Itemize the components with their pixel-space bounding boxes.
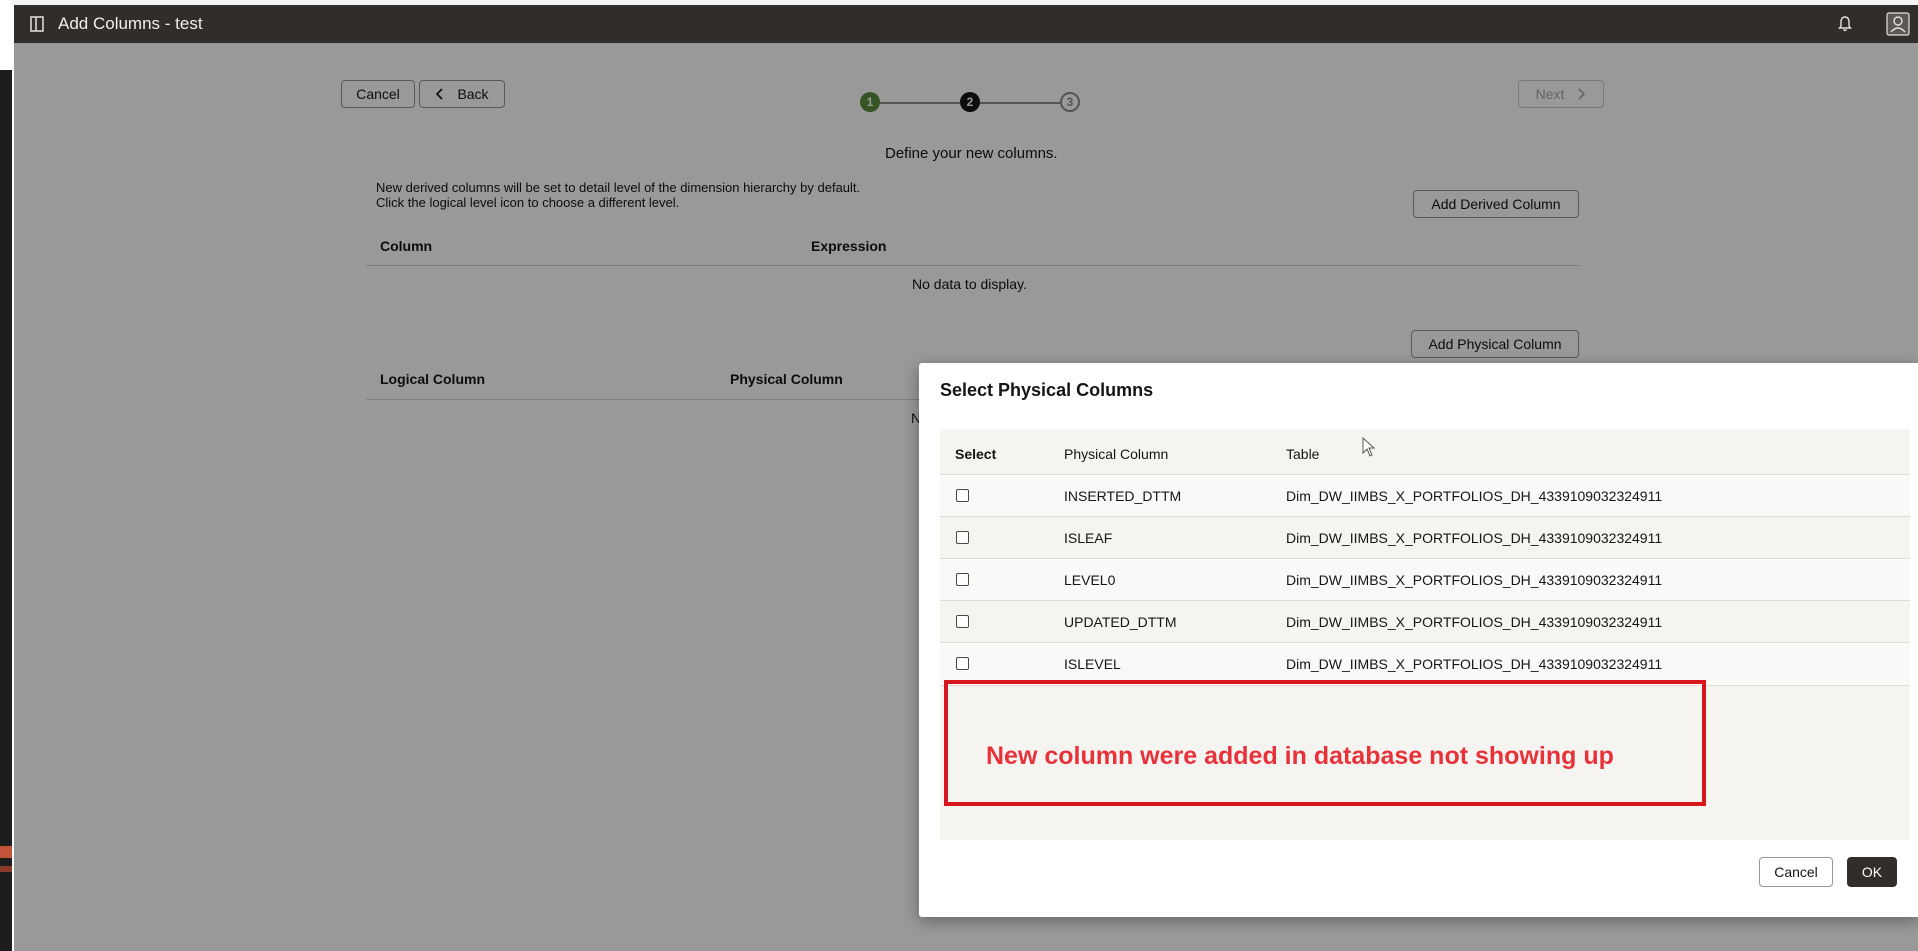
- table-row[interactable]: INSERTED_DTTM Dim_DW_IIMBS_X_PORTFOLIOS_…: [940, 474, 1910, 517]
- page-title: Add Columns - test: [58, 14, 203, 33]
- physical-column-cell: LEVEL0: [1064, 572, 1116, 588]
- dialog-title: Select Physical Columns: [940, 380, 1154, 400]
- row-checkbox[interactable]: [956, 615, 969, 628]
- physical-column-cell: ISLEVEL: [1064, 656, 1121, 672]
- row-checkbox[interactable]: [956, 489, 969, 502]
- row-checkbox[interactable]: [956, 573, 969, 586]
- column-header-physical-column: Physical Column: [1064, 446, 1169, 462]
- table-cell: Dim_DW_IIMBS_X_PORTFOLIOS_DH_43391090323…: [1286, 572, 1663, 588]
- table-cell: Dim_DW_IIMBS_X_PORTFOLIOS_DH_43391090323…: [1286, 488, 1663, 504]
- table-row[interactable]: UPDATED_DTTM Dim_DW_IIMBS_X_PORTFOLIOS_D…: [940, 600, 1910, 643]
- os-window-edge: [0, 0, 12, 951]
- table-row[interactable]: LEVEL0 Dim_DW_IIMBS_X_PORTFOLIOS_DH_4339…: [940, 558, 1910, 601]
- table-cell: Dim_DW_IIMBS_X_PORTFOLIOS_DH_43391090323…: [1286, 656, 1663, 672]
- bell-icon[interactable]: [1837, 15, 1853, 33]
- table-cell: Dim_DW_IIMBS_X_PORTFOLIOS_DH_43391090323…: [1286, 614, 1663, 630]
- table-row[interactable]: ISLEAF Dim_DW_IIMBS_X_PORTFOLIOS_DH_4339…: [940, 516, 1910, 559]
- sidebar-toggle-icon[interactable]: [30, 16, 44, 32]
- physical-column-cell: ISLEAF: [1064, 530, 1113, 546]
- row-checkbox[interactable]: [956, 657, 969, 670]
- select-physical-columns-dialog: Select Physical Columns Select Physical …: [919, 363, 1918, 917]
- dialog-cancel-button[interactable]: Cancel: [1759, 857, 1833, 887]
- mouse-cursor-icon: [1362, 437, 1376, 457]
- physical-column-cell: UPDATED_DTTM: [1064, 614, 1177, 630]
- column-header-select: Select: [955, 446, 997, 462]
- row-checkbox[interactable]: [956, 531, 969, 544]
- app-header: Add Columns - test: [14, 5, 1918, 43]
- ok-button[interactable]: OK: [1847, 857, 1897, 887]
- physical-column-cell: INSERTED_DTTM: [1064, 488, 1182, 504]
- column-header-table: Table: [1286, 446, 1320, 462]
- user-icon[interactable]: [1886, 12, 1910, 36]
- table-cell: Dim_DW_IIMBS_X_PORTFOLIOS_DH_43391090323…: [1286, 530, 1663, 546]
- annotation-text: New column were added in database not sh…: [986, 742, 1614, 770]
